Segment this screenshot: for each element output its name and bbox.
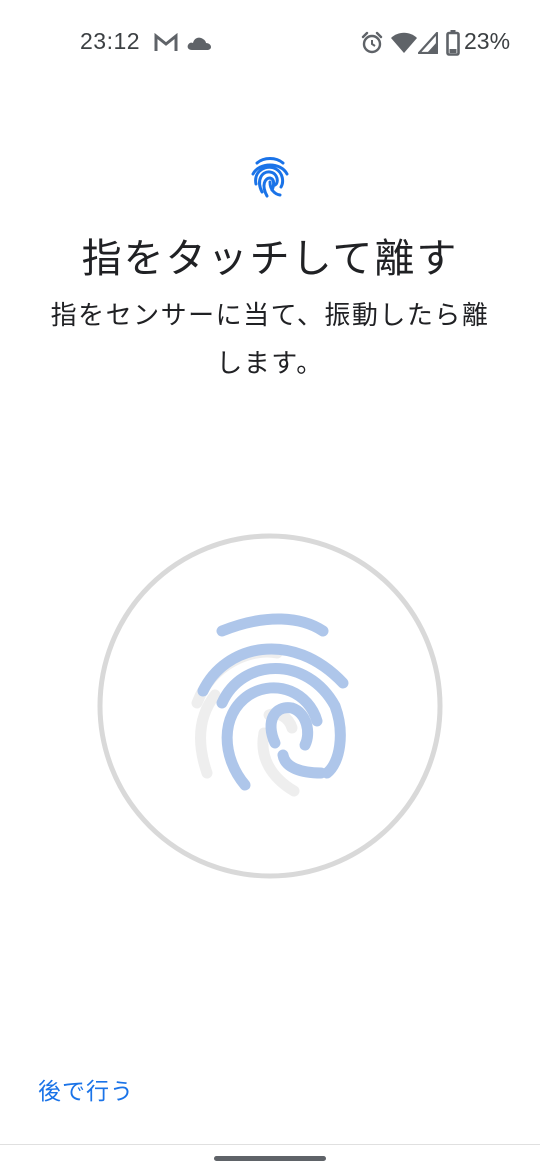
signal-icon <box>418 32 438 54</box>
fingerprint-progress-ring <box>97 533 443 879</box>
fingerprint-icon <box>251 157 289 198</box>
battery-icon <box>446 30 460 56</box>
do-it-later-button[interactable]: 後で行う <box>38 1072 134 1106</box>
cloud-icon <box>187 37 211 50</box>
gmail-icon <box>154 33 178 51</box>
status-time: 23:12 <box>80 28 141 54</box>
status-bar: 23:12 23% <box>0 0 540 88</box>
wifi-icon <box>391 32 417 53</box>
page-title: 指をタッチして離す <box>81 236 459 282</box>
instruction-text: 指をセンサーに当て、振動したら離します。 <box>50 301 490 379</box>
bottom-divider <box>0 1144 540 1145</box>
alarm-icon <box>361 31 383 54</box>
battery-percent: 23% <box>464 28 511 54</box>
gesture-nav-handle[interactable] <box>214 1156 326 1161</box>
